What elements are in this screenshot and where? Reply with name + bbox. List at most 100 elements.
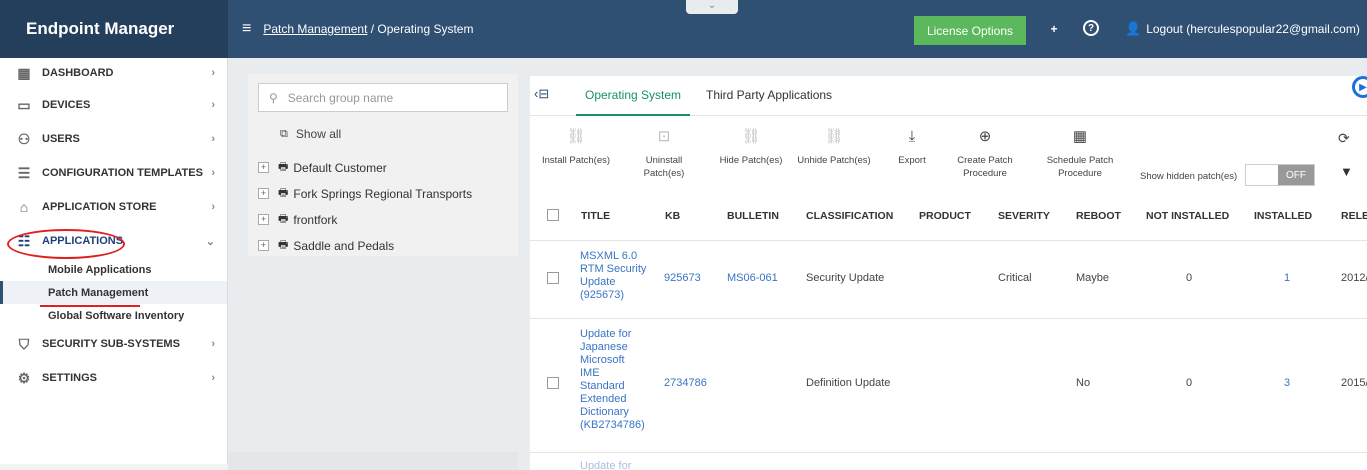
not-installed-cell: 0 (1186, 272, 1193, 284)
show-hidden-toggle[interactable]: OFF (1245, 164, 1315, 186)
export-label: Export (898, 155, 926, 166)
tour-icon[interactable]: ▶ (1352, 76, 1367, 98)
devices-icon: ▭ (17, 96, 31, 113)
breadcrumb-patch-management[interactable]: Patch Management (263, 22, 367, 36)
title-line: Microsoft (580, 354, 625, 366)
column-header-reboot[interactable]: REBOOT (1076, 210, 1121, 222)
kb-link[interactable]: 2734786 (664, 377, 707, 389)
expand-icon[interactable]: + (258, 214, 269, 225)
logout-link[interactable]: 👤 Logout (herculespopular22@gmail.com) (1125, 21, 1360, 37)
column-header-classification[interactable]: CLASSIFICATION (806, 210, 893, 222)
sidebar-item-configuration-templates[interactable]: ☰ CONFIGURATION TEMPLATES › (0, 156, 227, 190)
installed-link[interactable]: 1 (1284, 272, 1290, 284)
sidebar-item-label: DEVICES (42, 99, 91, 111)
title-line: IME (580, 367, 600, 379)
column-header-product[interactable]: PRODUCT (919, 210, 971, 222)
expand-icon[interactable]: + (258, 240, 269, 251)
column-header-installed[interactable]: INSTALLED (1254, 210, 1312, 222)
unhide-label: Unhide Patch(es) (797, 155, 871, 166)
collapse-header-tab[interactable]: ⌄ (686, 0, 738, 14)
uninstall-icon: ⊡ (657, 128, 671, 145)
tree-item[interactable]: + 🖶 Default Customer (258, 158, 387, 177)
tree-item[interactable]: + 🖶 Saddle and Pedals (258, 236, 394, 255)
bulletin-link[interactable]: MS06-061 (727, 272, 778, 284)
column-header-title[interactable]: TITLE (581, 210, 610, 222)
menu-icon[interactable]: ≡ (242, 20, 251, 38)
sidebar-item-dashboard[interactable]: ▦ DASHBOARD › (0, 58, 227, 88)
tree-item-label: Default Customer (293, 160, 387, 175)
toggle-group-tree-icon[interactable]: ‹⊟ (534, 86, 549, 102)
add-notification-icon[interactable]: + (1045, 20, 1063, 38)
install-icon: ⛓ (566, 128, 586, 145)
schedule-patch-procedure-button[interactable]: ▦ Schedule Patch Procedure (1040, 128, 1120, 180)
patch-title-link[interactable]: Update for Japanese Microsoft IME Standa… (580, 328, 652, 432)
install-patches-button[interactable]: ⛓ Install Patch(es) (538, 128, 614, 167)
row-checkbox[interactable] (547, 272, 559, 284)
release-cell: 2015/ (1341, 377, 1367, 389)
sidebar-item-application-store[interactable]: ⌂ APPLICATION STORE › (0, 190, 227, 224)
sidebar-item-label: APPLICATION STORE (42, 201, 157, 213)
sidebar-item-label: DASHBOARD (42, 67, 114, 79)
uninstall-patches-button[interactable]: ⊡ Uninstall Patch(es) (634, 128, 694, 180)
red-circle-annotation (7, 229, 125, 259)
help-icon[interactable]: ? (1083, 20, 1099, 36)
refresh-icon[interactable]: ⟳ (1338, 130, 1350, 147)
column-header-kb[interactable]: KB (665, 210, 680, 222)
breadcrumb: ≡ Patch Management / Operating System (242, 20, 473, 38)
filter-icon[interactable]: ▼ (1340, 164, 1353, 179)
expand-icon[interactable]: + (258, 188, 269, 199)
column-header-bulletin[interactable]: BULLETIN (727, 210, 779, 222)
tab-bar: ‹⊟ Operating System Third Party Applicat… (530, 76, 1367, 116)
tree-item[interactable]: + 🖶 frontfork (258, 210, 337, 229)
license-options-button[interactable]: License Options (914, 16, 1026, 45)
unhide-patches-button[interactable]: ⛓ Unhide Patch(es) (794, 129, 874, 167)
users-icon: ⚇ (17, 130, 31, 147)
row-divider (530, 452, 1367, 453)
chevron-right-icon: › (211, 99, 215, 111)
installed-link[interactable]: 3 (1284, 377, 1290, 389)
breadcrumb-current: Operating System (377, 22, 474, 36)
title-line: Update for (580, 460, 632, 470)
logout-label: Logout (herculespopular22@gmail.com) (1146, 22, 1360, 36)
create-patch-procedure-button[interactable]: ⊕ Create Patch Procedure (950, 129, 1020, 180)
column-header-severity[interactable]: SEVERITY (998, 210, 1050, 222)
row-divider (530, 240, 1367, 241)
release-cell: 2012/ (1341, 272, 1367, 284)
title-line: Japanese (580, 341, 628, 353)
column-header-not-installed[interactable]: NOT INSTALLED (1146, 210, 1229, 222)
expand-icon[interactable]: + (258, 162, 269, 173)
sidebar-subitem-mobile-applications[interactable]: Mobile Applications (0, 258, 227, 281)
search-group-input[interactable]: ⚲ Search group name (258, 83, 508, 112)
sidebar-item-settings[interactable]: ⚙ SETTINGS › (0, 361, 227, 395)
show-all-link[interactable]: ⧉ Show all (280, 127, 341, 141)
title-line: MSXML 6.0 (580, 250, 638, 262)
tab-operating-system[interactable]: Operating System (585, 88, 681, 102)
calendar-icon: ▦ (1072, 128, 1088, 145)
chevron-right-icon: › (211, 201, 215, 213)
kb-link[interactable]: 925673 (664, 272, 701, 284)
sidebar-subitem-global-software-inventory[interactable]: Global Software Inventory (0, 304, 227, 327)
group-icon: 🖶 (278, 239, 289, 251)
title-line: Update (580, 276, 616, 288)
tree-item[interactable]: + 🖶 Fork Springs Regional Transports (258, 184, 472, 203)
hide-icon: ⛓ (741, 128, 761, 145)
column-header-release[interactable]: RELEA (1341, 210, 1367, 222)
sidebar-item-security-sub-systems[interactable]: ⛉ SECURITY SUB-SYSTEMS › (0, 327, 227, 361)
chevron-down-icon: ⌄ (205, 235, 215, 248)
row-checkbox[interactable] (547, 377, 559, 389)
user-icon: 👤 (1125, 21, 1142, 36)
patch-title-link[interactable]: MSXML 6.0 RTM Security Update (925673) (580, 250, 652, 302)
sidebar-item-label: USERS (42, 133, 80, 145)
group-icon: 🖶 (278, 161, 289, 173)
patch-title-link[interactable]: Update for (580, 460, 652, 470)
group-icon: 🖶 (278, 187, 289, 199)
sidebar-item-devices[interactable]: ▭ DEVICES › (0, 88, 227, 122)
sidebar-subitem-patch-management[interactable]: Patch Management (0, 281, 227, 304)
dashboard-icon: ▦ (17, 64, 31, 81)
select-all-checkbox[interactable] (547, 209, 559, 221)
tab-third-party-applications[interactable]: Third Party Applications (706, 88, 832, 102)
hide-patches-button[interactable]: ⛓ Hide Patch(es) (716, 128, 786, 167)
export-button[interactable]: ⤓ Export (892, 129, 932, 167)
sidebar-item-users[interactable]: ⚇ USERS › (0, 122, 227, 156)
title-line: RTM Security (580, 263, 647, 275)
